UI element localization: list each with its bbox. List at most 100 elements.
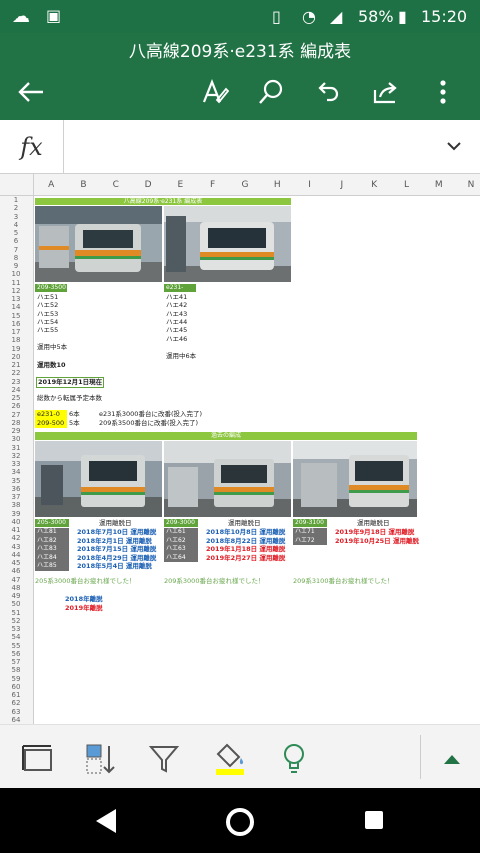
search-icon[interactable]: [254, 75, 288, 109]
row-header[interactable]: 4: [0, 221, 32, 229]
row-header[interactable]: 45: [0, 559, 32, 567]
row-header[interactable]: 58: [0, 666, 32, 674]
column-header[interactable]: K: [358, 180, 390, 190]
row-header[interactable]: 59: [0, 675, 32, 683]
row-header[interactable]: 14: [0, 303, 32, 311]
row-header[interactable]: 11: [0, 279, 32, 287]
column-header[interactable]: G: [229, 180, 261, 190]
retire-date[interactable]: 2019年10月25日 運用離脱: [335, 537, 419, 546]
row-header[interactable]: 1: [0, 196, 32, 204]
row-header[interactable]: 53: [0, 625, 32, 633]
row-header[interactable]: 60: [0, 683, 32, 691]
row-header[interactable]: 43: [0, 543, 32, 551]
unit-cell[interactable]: ハエ84: [35, 553, 69, 562]
row-header[interactable]: 47: [0, 576, 32, 584]
row-header[interactable]: 13: [0, 295, 32, 303]
row-header[interactable]: 52: [0, 617, 32, 625]
row-header[interactable]: 12: [0, 287, 32, 295]
column-header[interactable]: C: [100, 180, 132, 190]
column-header[interactable]: N: [455, 180, 480, 190]
row-header[interactable]: 2: [0, 204, 32, 212]
row-header[interactable]: 44: [0, 551, 32, 559]
row-header[interactable]: 63: [0, 708, 32, 716]
row-header[interactable]: 61: [0, 691, 32, 699]
unit-cell[interactable]: ハエ61: [164, 528, 198, 537]
unit-cell[interactable]: ハエ71: [293, 528, 327, 537]
row-header[interactable]: 30: [0, 435, 32, 443]
column-header[interactable]: M: [423, 180, 455, 190]
row-header[interactable]: 17: [0, 328, 32, 336]
row-header[interactable]: 9: [0, 262, 32, 270]
row-header[interactable]: 40: [0, 518, 32, 526]
row-header[interactable]: 55: [0, 642, 32, 650]
unit-cell[interactable]: ハエ62: [164, 536, 198, 545]
unit-cell[interactable]: ハエ72: [293, 536, 327, 545]
nav-back-icon[interactable]: [94, 808, 118, 838]
row-header[interactable]: 7: [0, 246, 32, 254]
row-header[interactable]: 49: [0, 592, 32, 600]
row-header[interactable]: 36: [0, 485, 32, 493]
row-header[interactable]: 6: [0, 237, 32, 245]
row-header[interactable]: 23: [0, 378, 32, 386]
column-header[interactable]: D: [132, 180, 164, 190]
filter-icon[interactable]: [144, 739, 184, 779]
row-header[interactable]: 38: [0, 501, 32, 509]
row-header[interactable]: 48: [0, 584, 32, 592]
row-header[interactable]: 27: [0, 411, 32, 419]
unit-cell[interactable]: ハエ64: [164, 553, 198, 562]
share-icon[interactable]: [368, 75, 402, 109]
row-header[interactable]: 3: [0, 213, 32, 221]
row-header[interactable]: 41: [0, 526, 32, 534]
select-all-corner[interactable]: [0, 174, 34, 196]
row-header[interactable]: 62: [0, 699, 32, 707]
unit-cell[interactable]: ハエ83: [35, 545, 69, 554]
row-header[interactable]: 28: [0, 419, 32, 427]
fx-icon[interactable]: fx: [0, 120, 64, 174]
row-header[interactable]: 39: [0, 510, 32, 518]
row-header[interactable]: 21: [0, 361, 32, 369]
column-header[interactable]: J: [326, 180, 358, 190]
row-header[interactable]: 8: [0, 254, 32, 262]
row-header[interactable]: 5: [0, 229, 32, 237]
row-header[interactable]: 35: [0, 477, 32, 485]
freeze-panes-icon[interactable]: [18, 739, 58, 779]
row-header[interactable]: 50: [0, 600, 32, 608]
unit-cell[interactable]: ハエ46: [166, 335, 187, 344]
column-header[interactable]: I: [293, 180, 325, 190]
row-header[interactable]: 22: [0, 369, 32, 377]
row-header[interactable]: 54: [0, 633, 32, 641]
row-header[interactable]: 34: [0, 468, 32, 476]
chevron-down-icon[interactable]: [446, 134, 462, 162]
row-header[interactable]: 42: [0, 534, 32, 542]
draw-icon[interactable]: [198, 75, 232, 109]
row-header[interactable]: 33: [0, 460, 32, 468]
row-header[interactable]: 20: [0, 353, 32, 361]
row-header[interactable]: 57: [0, 658, 32, 666]
unit-cell[interactable]: ハエ81: [35, 528, 69, 537]
row-header[interactable]: 46: [0, 567, 32, 575]
column-header[interactable]: H: [261, 180, 293, 190]
undo-icon[interactable]: [310, 75, 344, 109]
nav-recents-icon[interactable]: [364, 810, 384, 834]
row-header[interactable]: 10: [0, 270, 32, 278]
row-header[interactable]: 29: [0, 427, 32, 435]
unit-cell[interactable]: ハエ63: [164, 545, 198, 554]
unit-cell[interactable]: ハエ85: [35, 562, 69, 571]
row-header[interactable]: 31: [0, 444, 32, 452]
fill-color-icon[interactable]: [210, 739, 250, 779]
row-header[interactable]: 25: [0, 394, 32, 402]
row-header[interactable]: 15: [0, 312, 32, 320]
nav-home-icon[interactable]: [224, 806, 256, 842]
expand-up-icon[interactable]: [432, 739, 472, 779]
row-header[interactable]: 56: [0, 650, 32, 658]
row-header[interactable]: 19: [0, 345, 32, 353]
row-header[interactable]: 24: [0, 386, 32, 394]
more-options-icon[interactable]: [426, 75, 460, 109]
retire-date[interactable]: 2018年5月4日 運用離脱: [77, 562, 152, 571]
row-header[interactable]: 51: [0, 609, 32, 617]
retire-date[interactable]: 2019年2月27日 運用離脱: [206, 554, 285, 563]
column-header[interactable]: L: [390, 180, 422, 190]
back-icon[interactable]: [14, 75, 48, 109]
column-header[interactable]: F: [197, 180, 229, 190]
column-header[interactable]: E: [164, 180, 196, 190]
